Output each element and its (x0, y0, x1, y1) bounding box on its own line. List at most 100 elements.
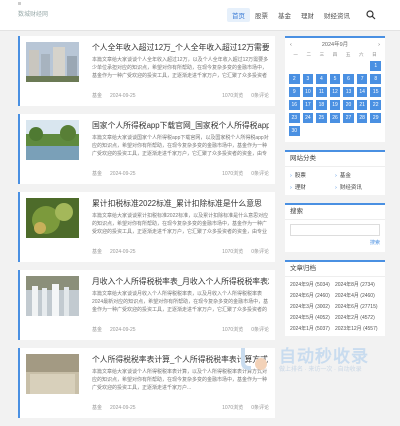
search-icon[interactable] (366, 10, 376, 20)
calendar-day[interactable]: 13 (343, 87, 354, 97)
calendar-day[interactable]: 12 (329, 87, 341, 97)
calendar-widget: ‹ 2024年9月 › 一 二 三 四 五 六 日 1 2 3 4 5 6 7 8 9 10 11 1… (285, 36, 385, 142)
category-widget-title: 网站分类 (285, 152, 385, 167)
article-excerpt: 本篇文章给大家谈谈个人全年收入超过12万，以及个人全年收入超过12万需要多少单位… (92, 57, 269, 79)
archive-link[interactable]: 2024年2月 (4572) (335, 314, 380, 321)
article-thumbnail[interactable] (26, 120, 79, 160)
archive-link[interactable]: 2023年12月 (4557) (335, 325, 380, 332)
article-excerpt: 本篇文章给大家谈谈国家个人所得税app下载官网，以及国家税个人所得税app对应的… (92, 135, 269, 157)
article-thumbnail[interactable] (26, 276, 79, 316)
category-link[interactable]: 基金 (335, 171, 380, 179)
article-category[interactable]: 基金 (92, 93, 102, 99)
article-comments: 0条评论 (251, 249, 269, 255)
calendar-day[interactable]: 3 (302, 74, 314, 84)
calendar-day[interactable]: 22 (370, 100, 381, 110)
archive-widget: 文章归档 2024年9月 (5034) 2024年8月 (2734) 2024年… (285, 260, 385, 336)
calendar-day[interactable]: 1 (370, 61, 381, 71)
calendar-day[interactable]: 5 (329, 74, 341, 84)
category-link[interactable]: 股票 (290, 171, 335, 179)
article-views: 1070浏览 (222, 93, 244, 99)
logo-icon (18, 2, 21, 5)
article-date: 2024-09-25 (110, 249, 136, 255)
article-category[interactable]: 基金 (92, 171, 102, 177)
calendar-empty-cell (357, 61, 368, 71)
calendar-weekdays: 一 二 三 四 五 六 日 (285, 52, 385, 59)
article-title[interactable]: 国家个人所得税app下载官网_国家税个人所得税app (92, 120, 269, 131)
archive-link[interactable]: 2024年9月 (5034) (290, 281, 335, 288)
calendar-day[interactable]: 15 (370, 87, 381, 97)
nav-item-finance[interactable]: 理财 (296, 8, 319, 22)
article-category[interactable]: 基金 (92, 249, 102, 255)
article-thumbnail[interactable] (26, 354, 79, 394)
watermark-overlay: 自动秒收录 做上排名 · 来访一次 · 自动收录 (235, 338, 385, 378)
archive-link[interactable]: 2024年5月 (4052) (290, 314, 335, 321)
calendar-day[interactable]: 24 (302, 113, 314, 123)
calendar-day[interactable]: 9 (289, 87, 300, 97)
calendar-day[interactable]: 16 (289, 100, 300, 110)
calendar-day[interactable]: 7 (356, 74, 368, 84)
calendar-day[interactable]: 11 (316, 87, 327, 97)
site-logo[interactable]: 数城财经网 (18, 6, 58, 24)
nav-item-news[interactable]: 财经资讯 (319, 8, 355, 22)
calendar-day[interactable]: 18 (316, 100, 327, 110)
nav-item-funds[interactable]: 基金 (273, 8, 296, 22)
calendar-day[interactable]: 20 (343, 100, 354, 110)
article-card: 累计扣税标准2022标准_累计扣除标准是什么意思 本篇文章给大家谈谈累计扣税标准… (18, 192, 275, 262)
article-thumbnail[interactable] (26, 42, 79, 82)
article-title[interactable]: 月收入个人所得税税率表_月收入个人所得税税率表2024最新 (92, 276, 269, 287)
article-title[interactable]: 个人全年收入超过12万_个人全年收入超过12万需要多少单位承担 (92, 42, 269, 53)
article-category[interactable]: 基金 (92, 327, 102, 333)
archive-link[interactable]: 2024年4月 (2460) (335, 292, 380, 299)
article-date: 2024-09-25 (110, 405, 136, 411)
calendar-day[interactable]: 26 (329, 113, 341, 123)
calendar-day[interactable]: 17 (302, 100, 314, 110)
calendar-day[interactable]: 10 (302, 87, 314, 97)
search-input[interactable] (290, 224, 380, 236)
article-comments: 0条评论 (251, 327, 269, 333)
calendar-day[interactable]: 23 (289, 113, 300, 123)
weekday-label: 一 (293, 52, 298, 57)
nav-item-home[interactable]: 首页 (227, 8, 250, 22)
calendar-next-button[interactable]: › (378, 38, 380, 52)
calendar-day[interactable]: 29 (370, 113, 381, 123)
article-title[interactable]: 累计扣税标准2022标准_累计扣除标准是什么意思 (92, 198, 269, 209)
category-widget: 网站分类 股票 基金 理财 财经资讯 (285, 150, 385, 195)
archive-link[interactable]: 2024年3月 (3002) (290, 303, 335, 310)
category-link[interactable]: 理财 (290, 183, 335, 191)
article-views: 1070浏览 (222, 327, 244, 333)
calendar-day[interactable]: 19 (329, 100, 341, 110)
category-link[interactable]: 财经资讯 (335, 183, 380, 191)
calendar-day[interactable]: 4 (316, 74, 327, 84)
calendar-empty-cell (303, 61, 314, 71)
calendar-day[interactable]: 28 (356, 113, 368, 123)
calendar-prev-button[interactable]: ‹ (290, 38, 292, 52)
calendar-day[interactable]: 2 (289, 74, 300, 84)
archive-link[interactable]: 2024年6月 (2460) (290, 292, 335, 299)
calendar-day[interactable]: 6 (343, 74, 354, 84)
archive-link[interactable]: 2024年6月 (27715) (335, 303, 380, 310)
calendar-day[interactable]: 25 (316, 113, 327, 123)
weekday-label: 三 (319, 52, 325, 57)
archive-link[interactable]: 2024年8月 (2734) (335, 281, 380, 288)
nav-item-stocks[interactable]: 股票 (250, 8, 273, 22)
search-button[interactable]: 搜索 (290, 239, 380, 246)
weekday-label: 日 (372, 52, 377, 57)
article-comments: 0条评论 (251, 171, 269, 177)
calendar-empty-cell (330, 61, 341, 71)
article-meta: 基金 2024-09-25 1070浏览 0条评论 (92, 403, 269, 413)
weekday-label: 五 (345, 52, 351, 57)
archive-link[interactable]: 2024年1月 (5037) (290, 325, 335, 332)
calendar-day[interactable]: 8 (370, 74, 381, 84)
calendar-day[interactable]: 14 (356, 87, 368, 97)
top-navbar: 数城财经网 首页 股票 基金 理财 财经资讯 (0, 0, 400, 31)
article-thumbnail[interactable] (26, 198, 79, 238)
article-meta: 基金 2024-09-25 1070浏览 0条评论 (92, 247, 269, 257)
calendar-nav: ‹ 2024年9月 › (285, 38, 385, 52)
article-category[interactable]: 基金 (92, 405, 102, 411)
calendar-grid: 1 2 3 4 5 6 7 8 9 10 11 12 13 14 15 16 17 18 19 20 21 22 23 24 2… (285, 59, 385, 142)
article-date: 2024-09-25 (110, 93, 136, 99)
calendar-day[interactable]: 27 (343, 113, 354, 123)
calendar-day[interactable]: 21 (356, 100, 368, 110)
calendar-day[interactable]: 30 (289, 126, 300, 136)
category-list: 股票 基金 理财 财经资讯 (285, 167, 385, 195)
